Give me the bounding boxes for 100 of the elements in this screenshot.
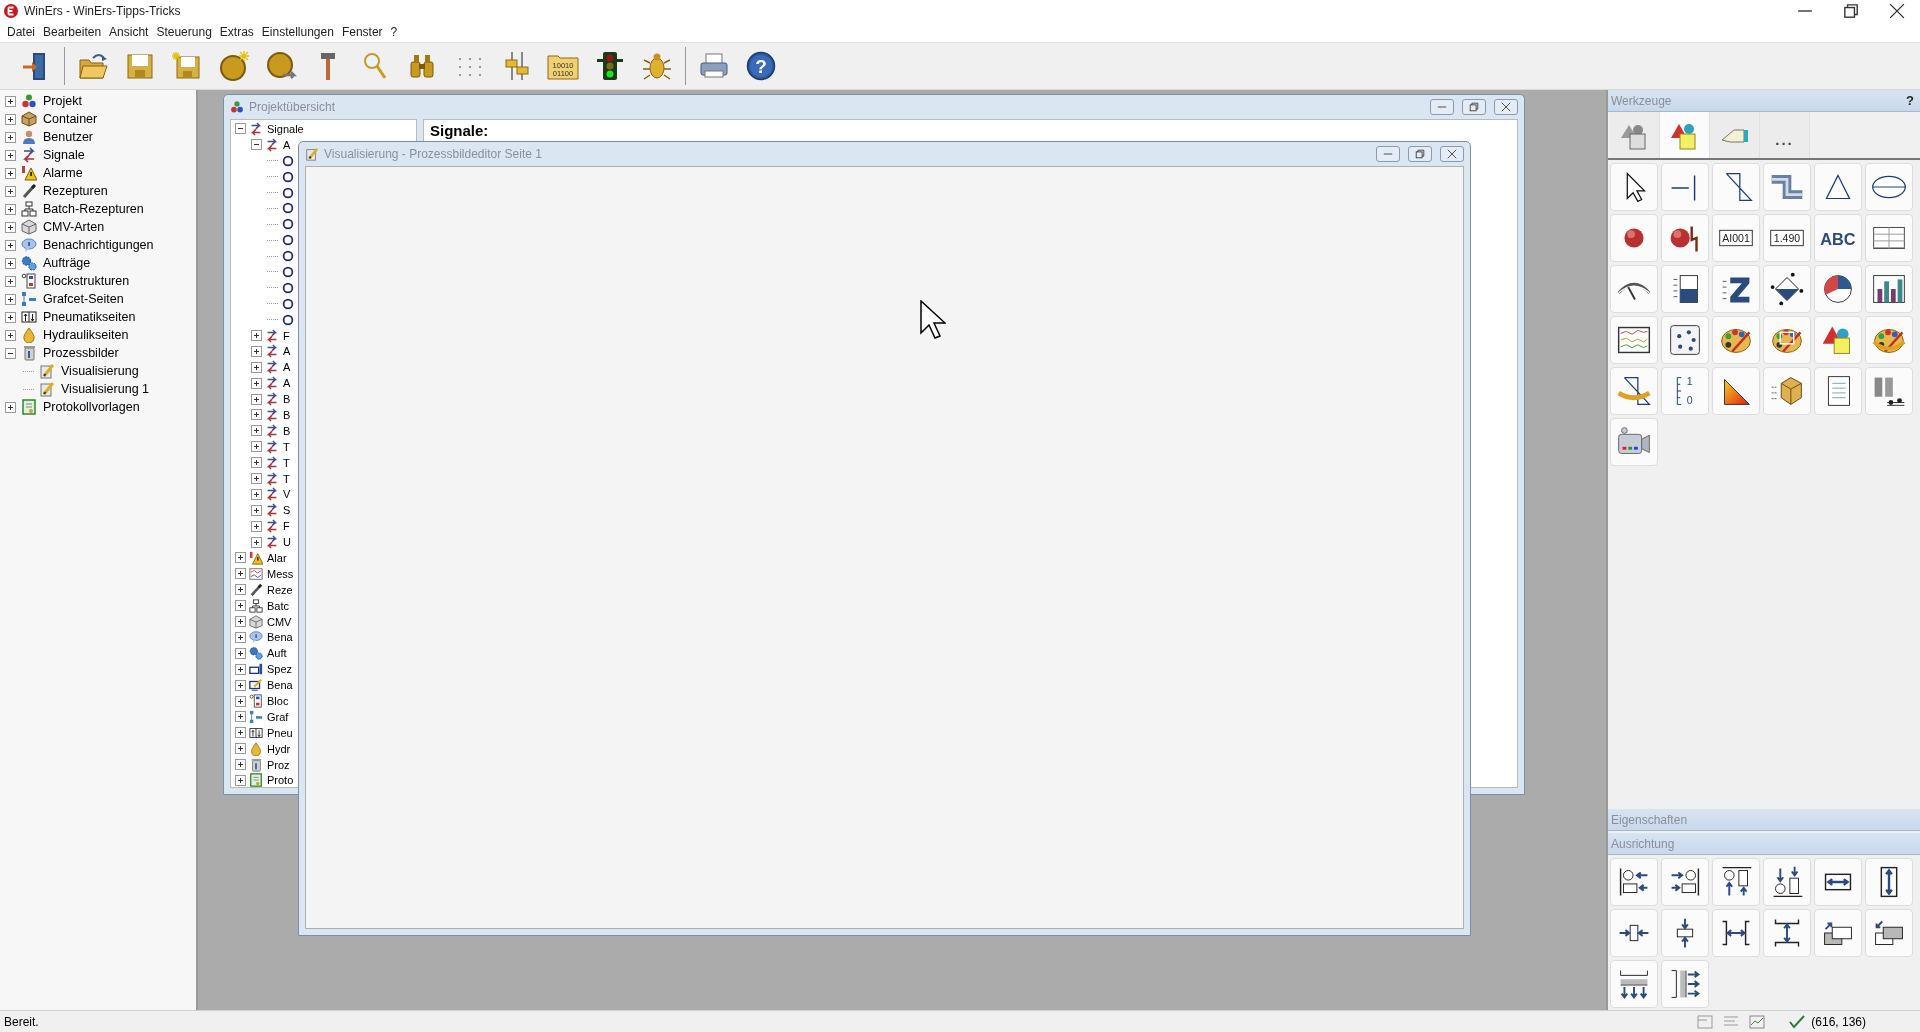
- expand-button[interactable]: [5, 293, 16, 305]
- tree-item[interactable]: Benutzer: [42, 130, 95, 144]
- menu-item[interactable]: Extras: [215, 25, 258, 39]
- expand-button[interactable]: [235, 679, 246, 691]
- same-height-button[interactable]: [1865, 858, 1913, 906]
- rotate-handles-tool-button[interactable]: [1763, 265, 1811, 313]
- palette-arrow-tool-button[interactable]: [1865, 316, 1913, 364]
- help-button[interactable]: ?: [745, 50, 777, 82]
- pie-chart-tool-button[interactable]: [1814, 265, 1862, 313]
- rotate-tool-button[interactable]: [1610, 367, 1658, 415]
- menu-item[interactable]: Bearbeiten: [39, 25, 106, 39]
- expand-button[interactable]: [251, 409, 262, 421]
- expand-button[interactable]: [5, 167, 16, 179]
- expand-button[interactable]: [251, 361, 262, 373]
- label-tool-button[interactable]: ABC: [1814, 214, 1862, 262]
- tree-item[interactable]: S: [282, 504, 292, 517]
- collapse-button[interactable]: [5, 347, 16, 359]
- tree-item[interactable]: Bena: [266, 679, 294, 692]
- tree-item[interactable]: Batc: [266, 599, 290, 612]
- tree-item[interactable]: A: [282, 377, 292, 390]
- tree-item[interactable]: Signale: [42, 148, 86, 162]
- tree-item[interactable]: Proz: [266, 758, 291, 771]
- expand-button[interactable]: [251, 345, 262, 357]
- distribute-right-button[interactable]: [1661, 960, 1709, 1008]
- tree-item[interactable]: Mess: [266, 567, 295, 580]
- table-tool-button[interactable]: [1865, 214, 1913, 262]
- tree-item[interactable]: B: [282, 408, 292, 421]
- expand-button[interactable]: [235, 631, 246, 643]
- expand-button[interactable]: [235, 743, 246, 755]
- expand-button[interactable]: [251, 536, 262, 548]
- tree-item[interactable]: Visualisierung: [60, 364, 140, 378]
- tree-item[interactable]: A: [282, 361, 292, 374]
- lamp-tool-button[interactable]: [1610, 214, 1658, 262]
- expand-button[interactable]: [5, 239, 16, 251]
- cube-tool-button[interactable]: [1763, 367, 1811, 415]
- expand-button[interactable]: [251, 457, 262, 469]
- pointer-tool-button[interactable]: [1610, 163, 1658, 211]
- close-button[interactable]: [1494, 99, 1518, 115]
- expand-button[interactable]: [251, 393, 262, 405]
- tree-item[interactable]: CMV: [266, 615, 293, 628]
- distribute-down-button[interactable]: [1610, 960, 1658, 1008]
- tree-item[interactable]: Bena: [266, 631, 294, 644]
- tree-item[interactable]: Alar: [266, 552, 288, 564]
- tree-item[interactable]: Protokollvorlagen: [42, 400, 141, 414]
- expand-button[interactable]: [251, 425, 262, 437]
- gauge-tool-button[interactable]: [1610, 265, 1658, 313]
- scale-tool-button[interactable]: 1 0: [1661, 367, 1709, 415]
- pipe-tool-button[interactable]: [1763, 163, 1811, 211]
- expand-button[interactable]: [235, 600, 246, 612]
- bar-chart-tool-button[interactable]: [1865, 265, 1913, 313]
- expand-button[interactable]: [5, 185, 16, 197]
- tree-item[interactable]: Visualisierung 1: [60, 382, 151, 396]
- expand-button[interactable]: [5, 203, 16, 215]
- tree-item[interactable]: Batch-Rezepturen: [42, 202, 145, 216]
- expand-button[interactable]: [235, 759, 246, 771]
- expand-button[interactable]: [5, 113, 16, 125]
- tree-item[interactable]: Hydraulikseiten: [42, 328, 130, 342]
- menu-item[interactable]: Fenster: [337, 25, 387, 39]
- tree-item[interactable]: U: [282, 536, 292, 549]
- expand-button[interactable]: [251, 504, 262, 516]
- expand-button[interactable]: [251, 473, 262, 485]
- tree-item[interactable]: Bloc: [266, 695, 290, 707]
- expand-button[interactable]: [251, 488, 262, 500]
- center-vertical-button[interactable]: [1661, 909, 1709, 957]
- coin-star-button[interactable]: [218, 50, 250, 82]
- tree-item[interactable]: Benachrichtigungen: [42, 238, 155, 252]
- expand-button[interactable]: [235, 663, 246, 675]
- help-button[interactable]: ?: [1906, 93, 1914, 108]
- tree-item[interactable]: T: [282, 440, 291, 453]
- camera-tool-button[interactable]: [1610, 418, 1658, 466]
- expand-button[interactable]: [251, 377, 262, 389]
- tree-item[interactable]: B: [282, 424, 292, 437]
- space-horizontal-button[interactable]: [1712, 909, 1760, 957]
- same-width-button[interactable]: [1814, 858, 1862, 906]
- trend-chart-tool-button[interactable]: [1610, 316, 1658, 364]
- menu-item[interactable]: Steuerung: [152, 25, 216, 39]
- expand-button[interactable]: [235, 552, 246, 564]
- polyline-tool-button[interactable]: [1712, 163, 1760, 211]
- dots-tool-button[interactable]: [1661, 316, 1709, 364]
- signal-lamp-tool-button[interactable]: [1661, 214, 1709, 262]
- collapse-button[interactable]: [235, 123, 246, 135]
- menu-item[interactable]: Ansicht: [105, 25, 153, 39]
- center-horizontal-button[interactable]: [1610, 909, 1658, 957]
- tree-item[interactable]: A: [282, 345, 292, 358]
- tree-item[interactable]: Aufträge: [42, 256, 92, 270]
- expand-button[interactable]: [235, 647, 246, 659]
- collapse-button[interactable]: [251, 139, 262, 151]
- align-bottom-button[interactable]: [1763, 858, 1811, 906]
- tree-item[interactable]: Alarme: [42, 166, 84, 180]
- tree-item[interactable]: Rezepturen: [42, 184, 109, 198]
- expand-button[interactable]: [5, 401, 16, 413]
- tree-item[interactable]: Pneumatikseiten: [42, 310, 137, 324]
- tree-item[interactable]: Grafcet-Seiten: [42, 292, 125, 306]
- tree-item[interactable]: Prozessbilder: [42, 346, 120, 360]
- close-button[interactable]: [1440, 146, 1464, 162]
- tree-item[interactable]: Reze: [266, 583, 294, 596]
- tree-item[interactable]: B: [282, 393, 292, 406]
- tree-item[interactable]: Hydr: [266, 742, 292, 755]
- document-tool-button[interactable]: [1814, 367, 1862, 415]
- expand-button[interactable]: [235, 695, 246, 707]
